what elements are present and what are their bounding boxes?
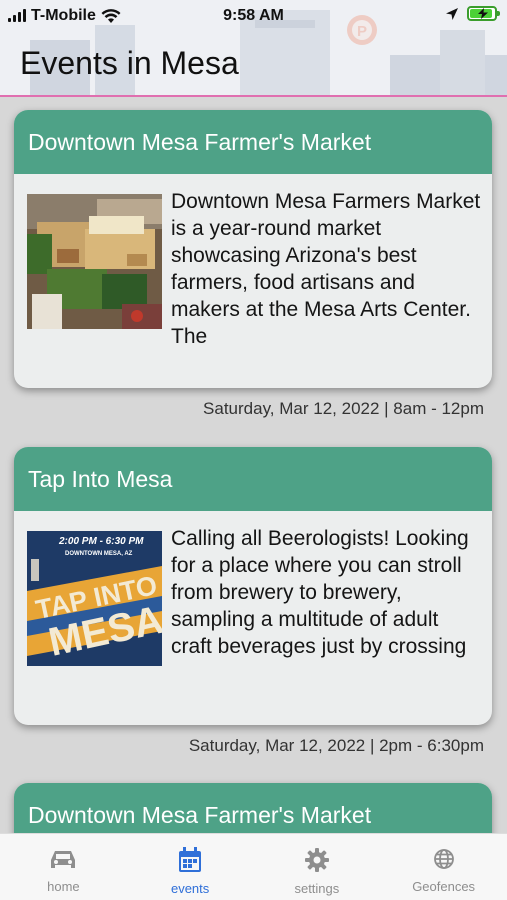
car-icon [51,851,76,868]
event-card-body: 2:00 PM - 6:30 PM DOWNTOWN MESA, AZ TAP … [14,511,492,725]
app-header: P T-Mobile 9:58 AM Events in Mesa [0,0,507,97]
event-card-header: Downtown Mesa Farmer's Market [14,110,492,174]
event-card[interactable]: Downtown Mesa Farmer's Market [14,783,492,833]
event-title: Tap Into Mesa [28,465,173,492]
tab-home[interactable]: home [0,834,127,900]
events-list[interactable]: Downtown Mesa Farmer's Market Downtown M… [0,97,507,833]
status-bar: T-Mobile 9:58 AM [0,0,507,32]
poster-time: 2:00 PM - 6:30 PM [58,536,144,547]
event-card[interactable]: Tap Into Mesa 2:00 PM - 6:30 PM DOWNTOWN… [14,447,492,725]
page-title: Events in Mesa [20,45,239,81]
tab-events[interactable]: events [127,834,254,900]
event-card[interactable]: Downtown Mesa Farmer's Market [14,110,492,388]
event-card-body: Downtown Mesa Farmers Market is a year-r… [14,174,492,388]
poster-place: DOWNTOWN MESA, AZ [65,551,133,557]
event-card-header: Tap Into Mesa [14,447,492,511]
tab-label: home [47,879,80,894]
status-time: 9:58 AM [223,7,284,24]
tab-label: Geofences [412,879,476,894]
gear-icon [304,848,329,872]
tap-into-mesa-poster: 2:00 PM - 6:30 PM DOWNTOWN MESA, AZ TAP … [27,531,162,666]
tab-settings[interactable]: settings [254,834,381,900]
event-datetime: Saturday, Mar 12, 2022 | 2pm - 6:30pm [188,736,484,755]
event-title: Downtown Mesa Farmer's Market [28,128,372,155]
tab-geofences[interactable]: Geofences [380,834,507,900]
event-datetime: Saturday, Mar 12, 2022 | 8am - 12pm [203,399,484,418]
bottom-tab-bar: home events settings Geofences [0,833,507,900]
event-description: Calling all Beerologists! Looking for a … [171,527,469,658]
calendar-icon [179,847,202,872]
globe-icon [433,849,454,869]
status-right-icons [445,6,500,21]
location-arrow-icon [446,7,458,20]
farmers-market-photo [27,194,162,329]
charging-bolt-icon [478,8,488,19]
event-card-header: Downtown Mesa Farmer's Market [14,783,492,833]
event-description: Downtown Mesa Farmers Market is a year-r… [171,190,481,348]
tab-label: events [170,881,210,896]
battery-icon [467,6,500,21]
event-title: Downtown Mesa Farmer's Market [28,801,372,828]
tab-label: settings [294,881,340,896]
